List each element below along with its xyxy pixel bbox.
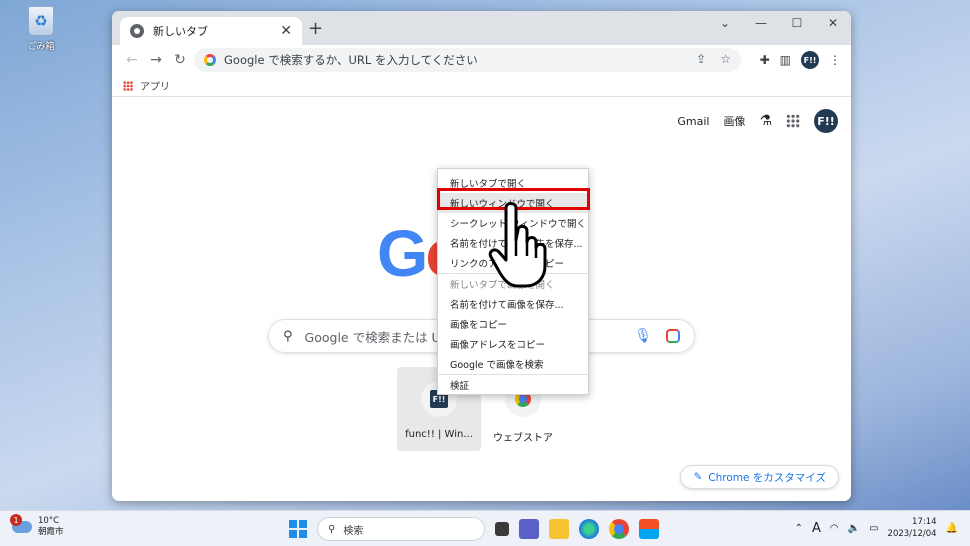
notification-badge: 1 <box>10 514 22 526</box>
gmail-link[interactable]: Gmail <box>677 115 709 128</box>
back-button[interactable]: ← <box>120 52 144 68</box>
chrome-favicon-icon <box>130 24 144 38</box>
extensions-icon[interactable]: ✚ <box>760 53 770 67</box>
close-tab-icon[interactable]: ✕ <box>280 23 292 39</box>
cloud-icon: 1 <box>10 514 32 533</box>
speaker-icon[interactable]: 🔈 <box>848 523 860 534</box>
labs-flask-icon[interactable]: ⚗ <box>759 113 772 129</box>
google-apps-icon[interactable] <box>786 114 800 128</box>
store-icon[interactable] <box>639 519 659 539</box>
pointing-hand-cursor-icon <box>488 202 547 288</box>
shortcut-label: func!! | Win... <box>405 429 473 440</box>
google-icon <box>204 54 216 66</box>
images-link[interactable]: 画像 <box>723 113 745 129</box>
menu-inspect[interactable]: 検証 <box>438 375 588 395</box>
tab-new-tab[interactable]: 新しいタブ ✕ <box>120 17 302 45</box>
logo-letter-g: G <box>377 216 428 290</box>
google-lens-icon[interactable] <box>666 329 680 343</box>
tab-strip: 新しいタブ ✕ + ⌄ — ☐ ✕ <box>112 11 851 45</box>
battery-icon[interactable]: ▭ <box>869 523 878 534</box>
taskbar-search[interactable]: ⚲ 検索 <box>317 517 485 541</box>
notification-bell-icon[interactable]: 🔔 <box>946 523 958 534</box>
start-button[interactable] <box>289 520 307 538</box>
pencil-icon: ✎ <box>693 471 703 483</box>
voice-search-icon[interactable]: 🎙 <box>634 328 652 344</box>
menu-kebab-icon[interactable]: ⋮ <box>829 53 841 67</box>
clock[interactable]: 17:14 2023/12/04 <box>888 516 937 540</box>
clock-date: 2023/12/04 <box>887 529 937 539</box>
side-panel-icon[interactable]: ▥ <box>780 53 791 67</box>
search-icon: ⚲ <box>283 328 293 344</box>
profile-avatar[interactable]: F!! <box>801 51 819 69</box>
ntp-search-placeholder: Google で検索または UI <box>304 329 445 345</box>
customize-chrome-button[interactable]: ✎ Chrome をカスタマイズ <box>680 465 839 489</box>
maximize-button[interactable]: ☐ <box>779 13 815 33</box>
close-window-button[interactable]: ✕ <box>815 13 851 33</box>
bookmark-star-icon[interactable]: ☆ <box>720 52 731 66</box>
address-placeholder: Google で検索するか、URL を入力してください <box>224 53 478 67</box>
weather-widget[interactable]: 1 10°C 朝霞市 <box>10 514 64 538</box>
search-icon: ⚲ <box>328 523 336 535</box>
shortcut-label: ウェブストア <box>493 433 553 444</box>
new-tab-button[interactable]: + <box>308 18 323 39</box>
menu-search-image-google[interactable]: Google で画像を検索 <box>438 354 588 374</box>
menu-save-image-as[interactable]: 名前を付けて画像を保存... <box>438 294 588 314</box>
forward-button[interactable]: → <box>144 52 168 68</box>
apps-grid-icon <box>123 80 133 91</box>
menu-copy-image-address[interactable]: 画像アドレスをコピー <box>438 334 588 354</box>
file-explorer-icon[interactable] <box>549 519 569 539</box>
recycle-bin-icon: ♻ <box>28 6 54 36</box>
recycle-bin[interactable]: ♻ ごみ箱 <box>22 6 60 52</box>
reload-button[interactable]: ↻ <box>168 52 192 68</box>
chevron-up-icon[interactable]: ⌃ <box>795 523 803 534</box>
toolbar: ← → ↻ Google で検索するか、URL を入力してください ⇪ ☆ ✚ ▥… <box>112 45 851 75</box>
ime-indicator[interactable]: A <box>812 521 821 536</box>
customize-label: Chrome をカスタマイズ <box>708 471 826 484</box>
weather-place: 朝霞市 <box>38 527 64 537</box>
chrome-taskbar-icon[interactable] <box>609 519 629 539</box>
edge-icon[interactable] <box>579 519 599 539</box>
taskbar-search-label: 検索 <box>343 525 364 537</box>
menu-copy-image[interactable]: 画像をコピー <box>438 314 588 334</box>
weather-temp: 10°C <box>38 516 60 526</box>
address-bar[interactable]: Google で検索するか、URL を入力してください ⇪ ☆ <box>194 48 741 72</box>
tab-title: 新しいタブ <box>153 25 208 38</box>
minimize-button[interactable]: — <box>743 13 779 33</box>
recycle-bin-label: ごみ箱 <box>27 42 55 52</box>
task-view-icon[interactable] <box>495 522 509 536</box>
wifi-icon[interactable]: ◠ <box>830 523 839 534</box>
taskbar: 1 10°C 朝霞市 ⚲ 検索 ⌃ A ◠ 🔈 ▭ 17:14 2023/12/0… <box>0 510 970 546</box>
bookmarks-bar: アプリ <box>112 75 851 97</box>
share-icon[interactable]: ⇪ <box>696 52 706 66</box>
tab-search-icon[interactable]: ⌄ <box>707 13 743 33</box>
clock-time: 17:14 <box>912 517 937 527</box>
account-avatar[interactable]: F!! <box>814 109 838 133</box>
teams-icon[interactable] <box>519 519 539 539</box>
bookmark-apps[interactable]: アプリ <box>140 78 170 93</box>
